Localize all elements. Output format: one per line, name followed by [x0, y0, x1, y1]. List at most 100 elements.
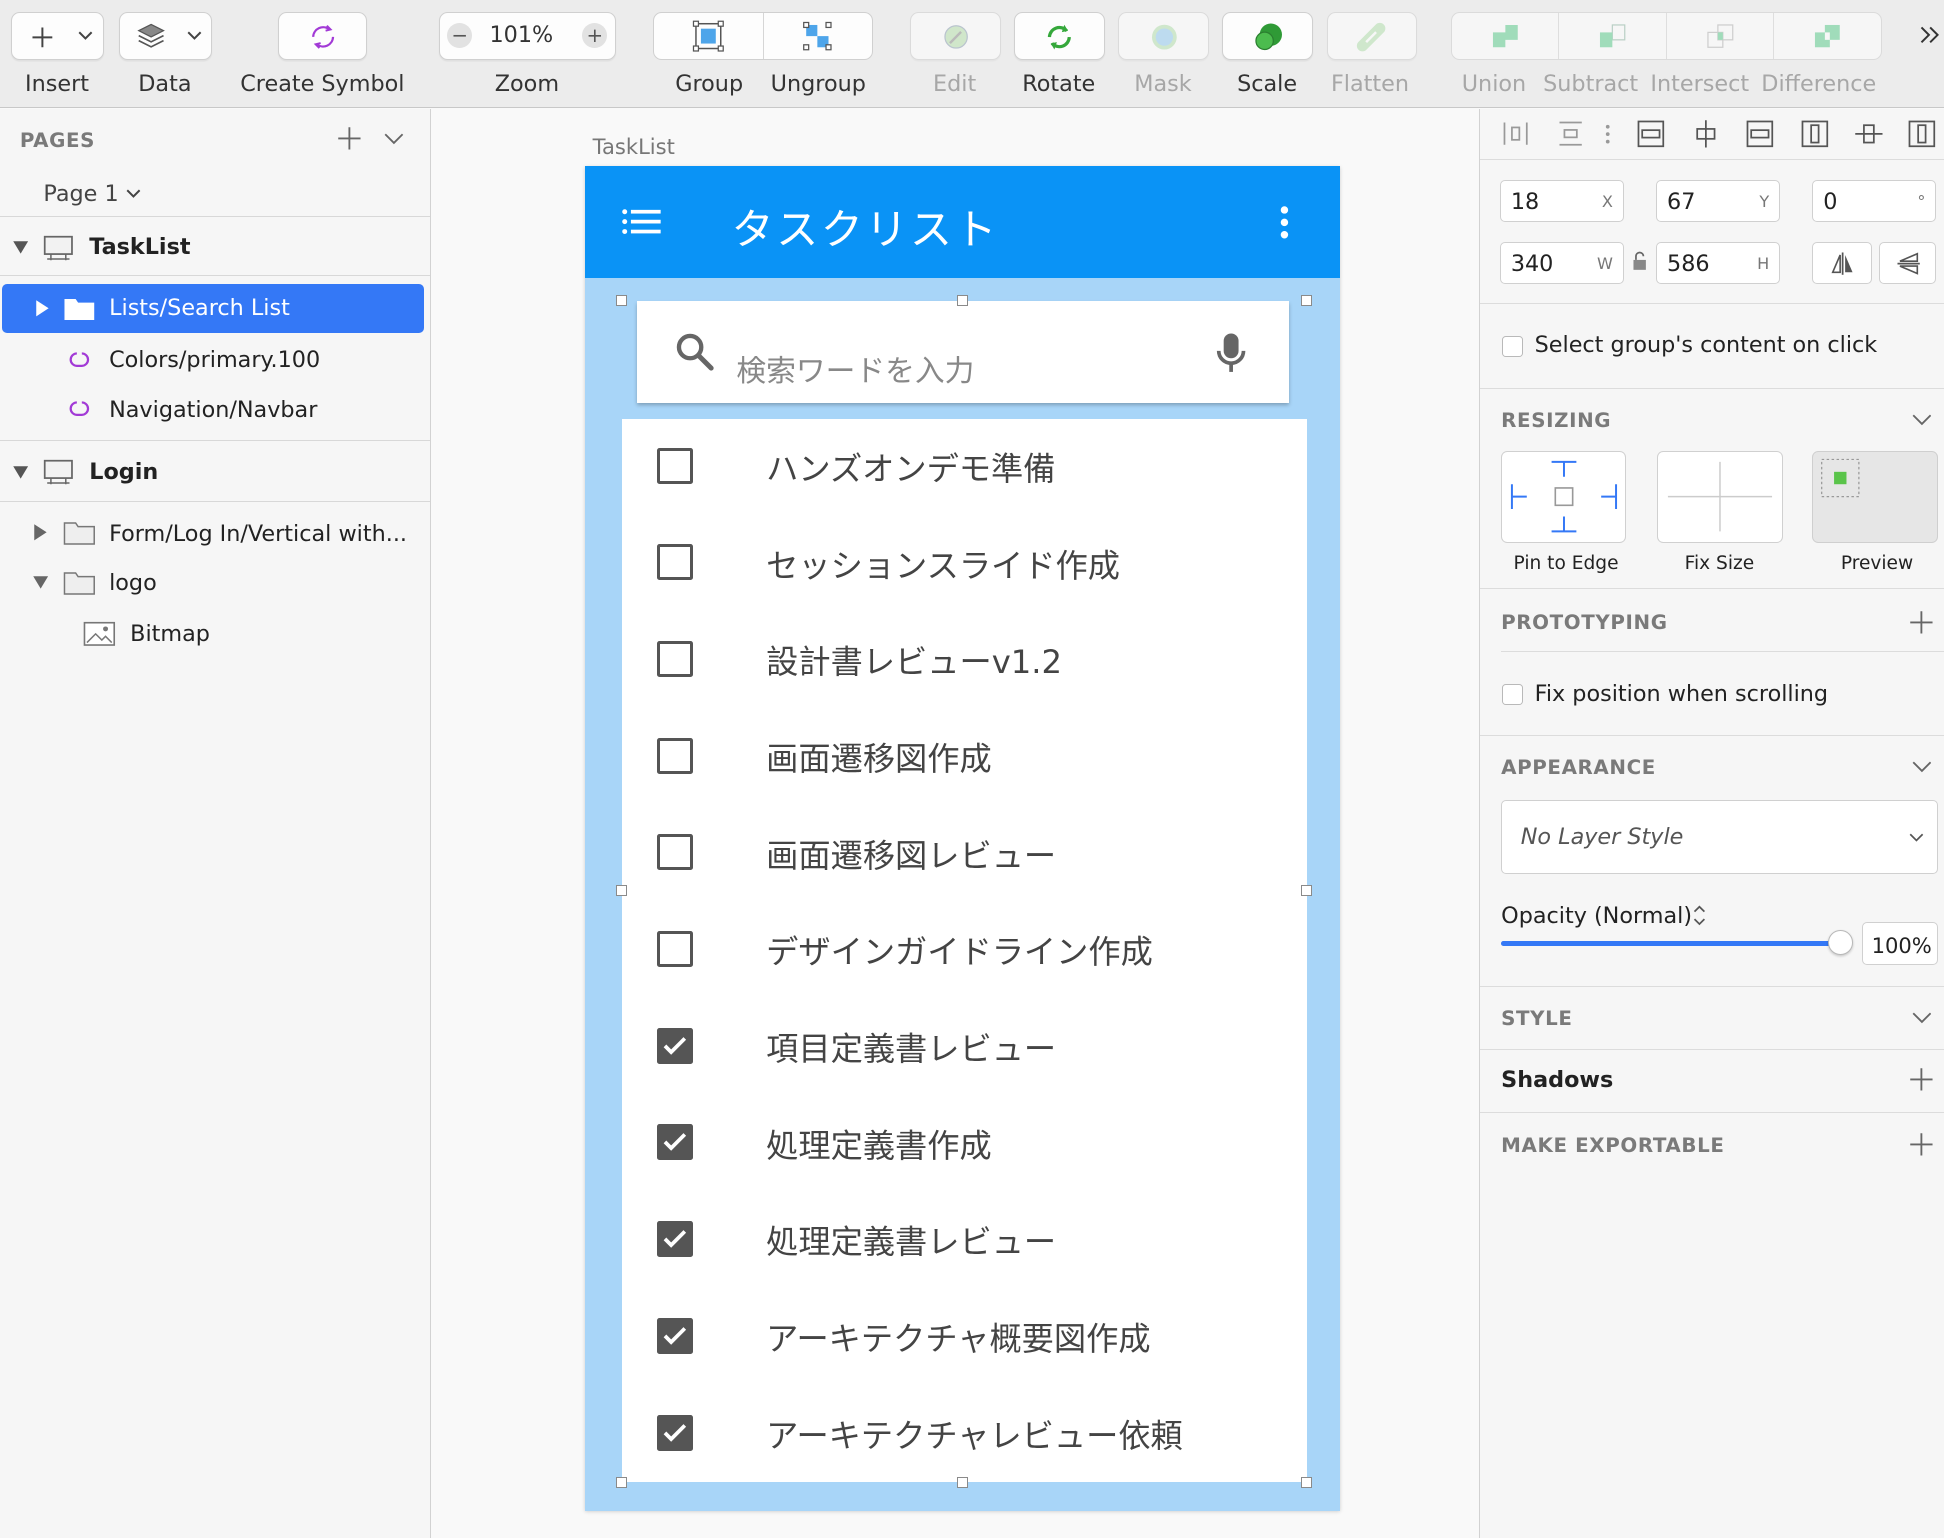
task-checkbox-checked[interactable] — [657, 1027, 694, 1064]
align-right-icon[interactable] — [1745, 119, 1775, 149]
group-button[interactable] — [654, 13, 764, 59]
zoom-in-button[interactable]: + — [582, 23, 608, 49]
layer-navigation-navbar[interactable]: Navigation/Navbar — [0, 384, 430, 434]
resize-handle-tl[interactable] — [616, 295, 628, 307]
task-item[interactable]: デザインガイドライン作成 — [657, 925, 1277, 975]
flip-horizontal-button[interactable] — [1812, 241, 1872, 284]
layer-artboard-login[interactable]: Login — [0, 448, 430, 498]
align-center-horizontal-icon[interactable] — [1691, 119, 1721, 149]
task-item[interactable]: 画面遷移図作成 — [657, 731, 1277, 781]
pin-to-edge-button[interactable] — [1501, 451, 1627, 543]
layer-lists-search-list[interactable]: Lists/Search List — [2, 283, 424, 334]
add-export-icon[interactable] — [1909, 1132, 1934, 1157]
task-item[interactable]: セッションスライド作成 — [657, 538, 1277, 588]
select-group-content-checkbox[interactable] — [1502, 335, 1524, 358]
divider — [1480, 735, 1944, 737]
width-field[interactable]: 340 W — [1499, 241, 1624, 284]
flatten-button[interactable] — [1326, 12, 1418, 60]
microphone-icon[interactable] — [1215, 331, 1247, 376]
blend-mode-stepper-icon[interactable] — [1692, 903, 1707, 928]
data-button[interactable] — [119, 12, 212, 60]
task-checkbox[interactable] — [657, 640, 694, 677]
add-shadow-icon[interactable] — [1909, 1067, 1934, 1092]
fix-position-checkbox[interactable] — [1502, 684, 1524, 706]
menu-icon[interactable] — [621, 208, 663, 235]
task-checkbox[interactable] — [657, 737, 694, 774]
layer-form-login[interactable]: Form/Log In/Vertical with... — [0, 508, 430, 558]
align-left-icon[interactable] — [1636, 119, 1666, 149]
opacity-knob[interactable] — [1827, 929, 1853, 955]
shadows-label: Shadows — [1501, 1067, 1614, 1094]
chevron-down-icon[interactable] — [1912, 414, 1932, 426]
toolbar-overflow-icon[interactable] — [1919, 25, 1941, 45]
search-bar[interactable]: 検索ワードを入力 — [637, 301, 1290, 403]
y-field[interactable]: 67 Y — [1656, 179, 1781, 222]
chevron-down-icon[interactable] — [1912, 761, 1932, 773]
resize-handle-bc[interactable] — [957, 1476, 969, 1488]
artboard-tasklist[interactable]: タスクリスト 検索ワードを入力 ハンズオンデモ準備 セッションスライド作成 設計書レ… — [585, 166, 1341, 1512]
artboard-label[interactable]: TaskList — [593, 134, 675, 159]
task-item[interactable]: 処理定義書レビュー — [657, 1215, 1277, 1265]
edit-button[interactable] — [910, 12, 1001, 60]
x-field[interactable]: 18 X — [1499, 179, 1624, 222]
flip-vertical-button[interactable] — [1879, 241, 1937, 284]
rotation-field[interactable]: 0 ° — [1812, 179, 1937, 222]
fix-size-button[interactable] — [1657, 451, 1783, 543]
task-checkbox-checked[interactable] — [657, 1414, 694, 1451]
chevron-down-icon[interactable] — [1912, 1012, 1932, 1024]
task-checkbox-checked[interactable] — [657, 1317, 694, 1354]
layer-logo[interactable]: logo — [0, 558, 430, 608]
task-checkbox-checked[interactable] — [657, 1221, 694, 1258]
align-middle-vertical-icon[interactable] — [1854, 119, 1884, 149]
union-button[interactable] — [1452, 13, 1560, 59]
resize-handle-ml[interactable] — [616, 885, 628, 897]
opacity-slider[interactable] — [1501, 929, 1853, 955]
height-field[interactable]: 586 H — [1656, 241, 1781, 284]
distribute-horizontal-icon[interactable] — [1502, 120, 1529, 147]
more-vertical-icon[interactable] — [1604, 123, 1611, 145]
distribute-vertical-icon[interactable] — [1557, 120, 1584, 147]
task-item[interactable]: 項目定義書レビュー — [657, 1022, 1277, 1072]
page-selector[interactable]: Page 1 — [43, 181, 141, 207]
rotate-button[interactable] — [1014, 12, 1105, 60]
more-vertical-icon[interactable] — [1277, 205, 1292, 240]
resize-handle-tr[interactable] — [1300, 295, 1312, 307]
align-top-icon[interactable] — [1800, 119, 1830, 149]
intersect-button[interactable] — [1667, 13, 1775, 59]
ungroup-button[interactable] — [764, 13, 872, 58]
task-item[interactable]: アーキテクチャレビュー依頼 — [657, 1408, 1277, 1458]
task-checkbox[interactable] — [657, 447, 694, 484]
layer-style-select[interactable]: No Layer Style — [1501, 799, 1938, 875]
resize-handle-bl[interactable] — [616, 1476, 628, 1488]
task-checkbox[interactable] — [657, 931, 694, 968]
task-item[interactable]: 処理定義書作成 — [657, 1118, 1277, 1168]
insert-button[interactable] — [11, 12, 105, 60]
task-item[interactable]: ハンズオンデモ準備 — [657, 441, 1277, 491]
task-checkbox-checked[interactable] — [657, 1124, 694, 1161]
mask-button[interactable] — [1118, 12, 1209, 60]
collapse-pages-icon[interactable] — [384, 133, 404, 145]
resize-handle-mr[interactable] — [1300, 885, 1312, 897]
task-item[interactable]: アーキテクチャ概要図作成 — [657, 1312, 1277, 1362]
layer-colors-primary[interactable]: Colors/primary.100 — [0, 335, 430, 385]
task-checkbox[interactable] — [657, 834, 694, 871]
layer-bitmap[interactable]: Bitmap — [0, 609, 430, 659]
difference-button[interactable] — [1774, 13, 1881, 58]
opacity-field[interactable]: 100% — [1861, 922, 1938, 965]
checkmark-icon — [663, 1036, 687, 1055]
subtract-button[interactable] — [1559, 13, 1667, 59]
resize-handle-tc[interactable] — [957, 295, 969, 307]
align-bottom-icon[interactable] — [1907, 119, 1937, 149]
task-checkbox[interactable] — [657, 544, 694, 581]
resize-handle-br[interactable] — [1300, 1476, 1312, 1488]
layer-artboard-tasklist[interactable]: TaskList — [0, 223, 430, 273]
create-symbol-button[interactable] — [277, 12, 367, 60]
scale-button[interactable] — [1222, 12, 1313, 60]
add-prototyping-icon[interactable] — [1909, 610, 1934, 635]
zoom-control[interactable]: − 101% + — [438, 12, 617, 60]
task-item[interactable]: 画面遷移図レビュー — [657, 828, 1277, 878]
task-item[interactable]: 設計書レビューv1.2 — [657, 635, 1277, 685]
zoom-out-button[interactable]: − — [447, 23, 473, 49]
add-page-icon[interactable] — [337, 126, 362, 151]
lock-icon[interactable] — [1631, 250, 1648, 272]
